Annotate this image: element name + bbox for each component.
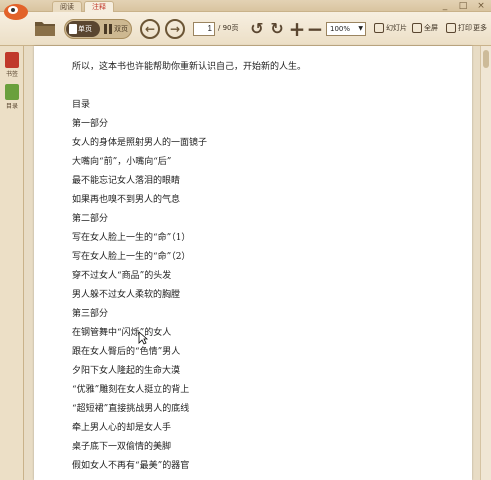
text-line: 第二部分 (72, 214, 109, 224)
left-sidebar: 书签 目录 (0, 46, 24, 480)
slideshow-icon (374, 23, 384, 33)
print-button[interactable]: 打印 (446, 23, 472, 33)
sidebar-item-label: 书签 (5, 71, 18, 78)
text-line: “超短裙”直接挑战男人的底线 (72, 404, 190, 414)
text-line: 在钢管舞中“闪烁”的女人 (72, 328, 172, 338)
zoom-value: 100% (330, 25, 351, 33)
previous-page-button[interactable]: ← (140, 19, 160, 39)
text-line: 跟在女人臀后的“色情”男人 (72, 347, 181, 357)
page-mode-toggle: 单页 双页 (64, 19, 132, 39)
open-folder-icon[interactable] (34, 18, 56, 38)
fullscreen-button[interactable]: 全屏 (412, 23, 438, 33)
text-line: 穿不过女人“商品”的头发 (72, 271, 172, 281)
double-page-button[interactable]: 双页 (102, 21, 132, 37)
vertical-scrollbar[interactable] (480, 46, 491, 480)
sidebar-item-bookmarks[interactable]: 书签 (2, 52, 22, 78)
print-label: 打印 (458, 24, 472, 32)
text-line: 男人躲不过女人柔软的胸膛 (72, 290, 181, 300)
single-page-icon (69, 24, 77, 34)
minimize-button[interactable]: _ (439, 1, 451, 11)
text-line: 大嘴向“前”，小嘴向“后” (72, 157, 172, 167)
text-line: 所以，这本书也许能帮助你重新认识自己，开始新的人生。 (72, 62, 307, 72)
print-icon (446, 23, 456, 33)
fullscreen-label: 全屏 (424, 24, 438, 32)
rotate-left-icon: ↺ (250, 19, 264, 38)
rotate-right-icon: ↻ (270, 19, 284, 38)
slideshow-label: 幻灯片 (386, 24, 407, 32)
zoom-out-button[interactable]: − (306, 17, 324, 41)
double-page-icon (104, 24, 112, 34)
arrow-left-icon: ← (144, 22, 156, 36)
document-page: 所以，这本书也许能帮助你重新认识自己，开始新的人生。 目录 第一部分 女人的身体… (34, 46, 472, 480)
rotate-left-button[interactable]: ↺ (248, 20, 266, 38)
bookmark-icon (5, 52, 19, 68)
toolbar: 单页 双页 ← → 1 / 90页 ↺ ↻ + − 100% ▼ 幻灯片 全屏 … (0, 12, 491, 46)
toc-icon (5, 84, 19, 100)
plus-icon: + (288, 17, 306, 41)
maximize-button[interactable]: □ (457, 1, 469, 11)
text-line: “优雅”雕刻在女人挺立的背上 (72, 385, 190, 395)
text-line: 最不能忘记女人落泪的眼睛 (72, 176, 181, 186)
minus-icon: − (306, 17, 324, 41)
tab-annotate[interactable]: 注释 (84, 1, 114, 12)
next-page-button[interactable]: → (165, 19, 185, 39)
text-line: 夕阳下女人隆起的生命大漠 (72, 366, 181, 376)
text-line: 假如女人不再有“最美”的器官 (72, 461, 190, 471)
more-button[interactable]: 更多 (473, 23, 487, 33)
double-page-label: 双页 (114, 25, 128, 33)
zoom-in-button[interactable]: + (288, 17, 306, 41)
rotate-right-button[interactable]: ↻ (268, 20, 286, 38)
text-line: 女人的身体是照射男人的一面镜子 (72, 138, 208, 148)
text-line: 牵上男人心的却是女人手 (72, 423, 172, 433)
window-controls: _ □ × (439, 1, 487, 11)
tab-read[interactable]: 阅读 (52, 1, 82, 12)
text-line: 写在女人脸上一生的“命”（1） (72, 233, 191, 243)
title-tab-strip: 阅读 注释 _ □ × (0, 0, 491, 12)
more-label: 更多 (473, 24, 487, 32)
page-total-label: / 90页 (218, 24, 239, 32)
text-line: 第一部分 (72, 119, 109, 129)
document-viewport[interactable]: 所以，这本书也许能帮助你重新认识自己，开始新的人生。 目录 第一部分 女人的身体… (24, 46, 480, 480)
mouse-cursor-icon (138, 331, 148, 345)
fullscreen-icon (412, 23, 422, 33)
page-number-input[interactable]: 1 (193, 22, 215, 36)
sidebar-item-label: 目录 (5, 103, 18, 110)
scrollbar-thumb[interactable] (483, 50, 489, 68)
slideshow-button[interactable]: 幻灯片 (374, 23, 407, 33)
sidebar-item-toc[interactable]: 目录 (2, 84, 22, 110)
text-line: 写在女人脸上一生的“命”（2） (72, 252, 191, 262)
chevron-down-icon: ▼ (358, 25, 363, 32)
text-line: 如果再也嗅不到男人的气息 (72, 195, 181, 205)
close-button[interactable]: × (475, 1, 487, 11)
toc-heading: 目录 (72, 100, 91, 110)
text-line: 第三部分 (72, 309, 109, 319)
single-page-button[interactable]: 单页 (66, 21, 100, 37)
arrow-right-icon: → (169, 22, 181, 36)
text-line: 桌子底下一双偷情的美脚 (72, 442, 172, 452)
app-logo-icon (4, 4, 28, 20)
zoom-select[interactable]: 100% ▼ (326, 22, 366, 36)
single-page-label: 单页 (78, 25, 92, 33)
